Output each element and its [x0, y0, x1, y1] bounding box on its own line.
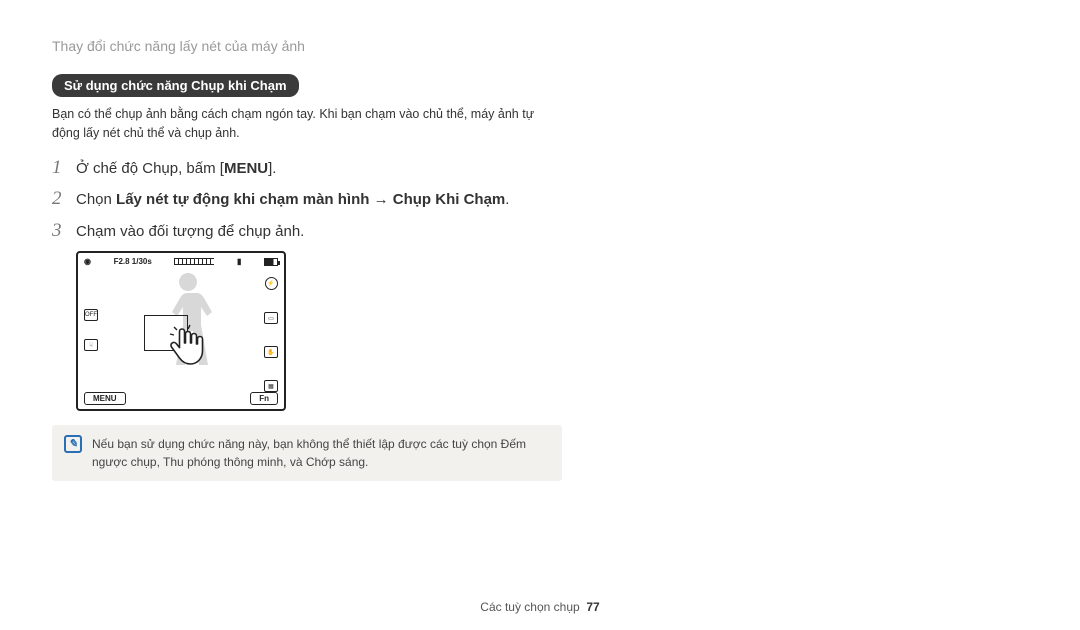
menu-soft-button: MENU — [84, 392, 126, 405]
step-number: 3 — [52, 220, 76, 242]
flash-icon: ⚡ — [265, 277, 278, 290]
step-2: 2 Chọn Lấy nét tự động khi chạm màn hình… — [52, 188, 548, 212]
note-box: ✎ Nếu bạn sử dụng chức năng này, bạn khô… — [52, 425, 562, 481]
step-3: 3 Chạm vào đối tượng để chụp ảnh. — [52, 220, 548, 244]
menu-path-part2: Chụp Khi Chạm — [393, 191, 506, 208]
off-icon: OFF — [84, 309, 98, 321]
size-icon: ▭ — [264, 312, 278, 324]
mode-icon: ◉ — [84, 257, 91, 266]
intro-text: Bạn có thể chụp ảnh bằng cách chạm ngón … — [52, 105, 548, 143]
steps-list: 1 Ở chế độ Chụp, bấm [MENU]. 2 Chọn Lấy … — [52, 157, 548, 244]
grid-icon: ▦ — [264, 380, 278, 392]
exposure-scale-icon — [174, 258, 214, 265]
card-icon: ▮ — [237, 257, 241, 266]
note-text: Nếu bạn sử dụng chức năng này, bạn không… — [92, 435, 550, 471]
step-number: 2 — [52, 188, 76, 210]
page-footer: Các tuỳ chọn chụp 77 — [0, 600, 1080, 614]
note-icon: ✎ — [64, 435, 82, 453]
touch-mode-icon: ☟ — [84, 339, 98, 351]
stabilizer-icon: ✋ — [264, 346, 278, 358]
battery-icon — [264, 258, 278, 266]
menu-key-label: MENU — [224, 160, 268, 177]
step-number: 1 — [52, 157, 76, 179]
camera-screen-illustration: ◉ F2.8 1/30s ▮ ⚡ ▭ ✋ — [76, 251, 286, 411]
exposure-readout: F2.8 1/30s — [114, 257, 152, 266]
touch-hand-icon — [164, 323, 208, 367]
step-1: 1 Ở chế độ Chụp, bấm [MENU]. — [52, 157, 548, 181]
fn-soft-button: Fn — [250, 392, 278, 405]
page-title: Thay đổi chức năng lấy nét của máy ảnh — [52, 38, 548, 54]
section-pill: Sử dụng chức năng Chụp khi Chạm — [52, 74, 299, 97]
menu-path-part1: Lấy nét tự động khi chạm màn hình — [116, 191, 369, 208]
